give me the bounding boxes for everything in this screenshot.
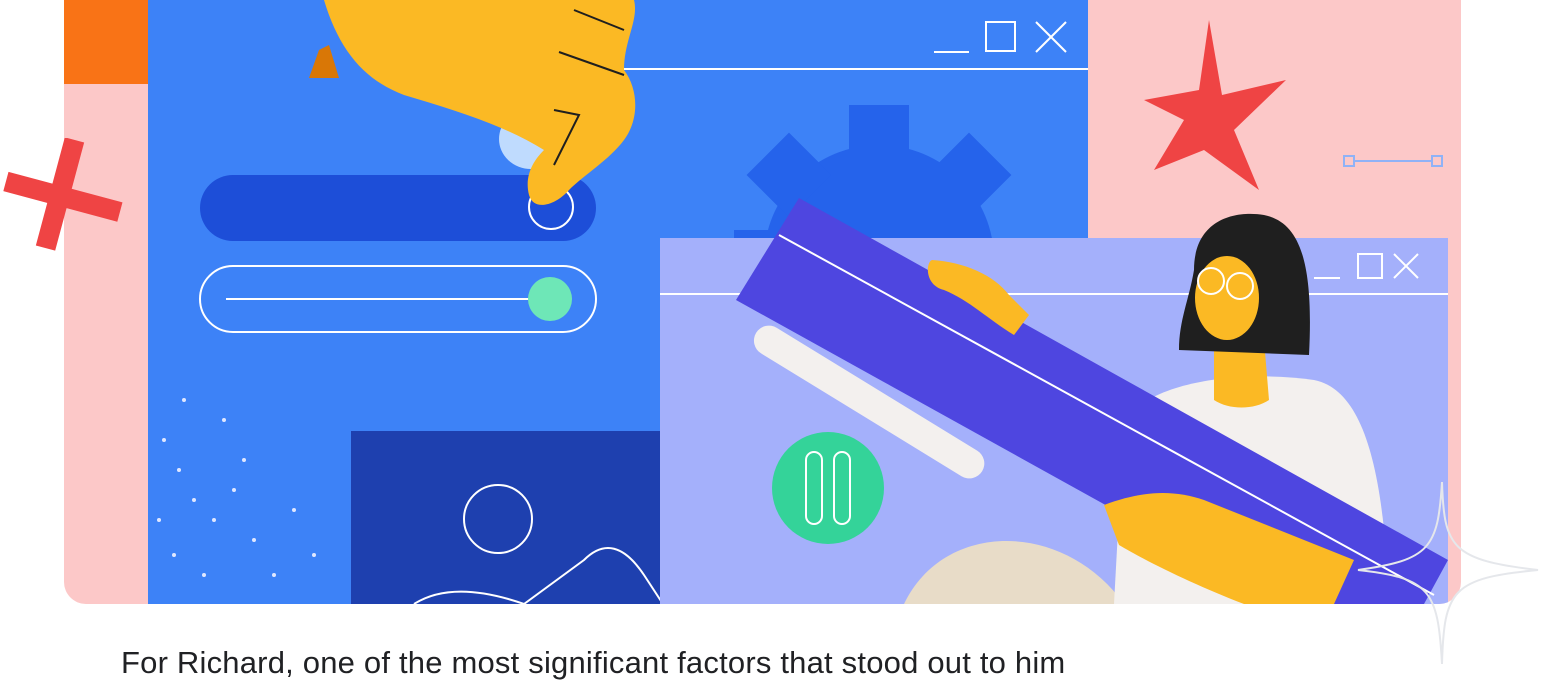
pause-button[interactable] [772, 432, 884, 544]
illustration [64, 0, 1448, 604]
sparkle-outline-icon [1357, 481, 1539, 665]
caption-text: For Richard, one of the most significant… [121, 645, 1066, 680]
image-placeholder [351, 431, 663, 604]
slider-handle[interactable] [528, 277, 572, 321]
red-star-icon [1144, 20, 1286, 190]
hero-illustration-card [64, 0, 1461, 604]
red-cross-icon [3, 138, 123, 251]
connector-line [1343, 155, 1443, 167]
